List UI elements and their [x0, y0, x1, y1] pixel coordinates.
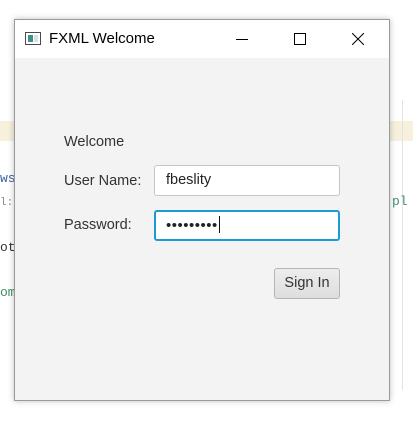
- editor-fragment: l:: [0, 197, 14, 209]
- close-icon: [352, 33, 364, 45]
- app-window-icon: [25, 32, 41, 45]
- welcome-heading: Welcome: [64, 134, 125, 150]
- editor-fragment: pl: [392, 194, 408, 209]
- minimize-icon: [236, 39, 248, 40]
- minimize-button[interactable]: [219, 20, 265, 58]
- password-label: Password:: [64, 217, 132, 233]
- title-bar[interactable]: FXML Welcome: [15, 20, 389, 58]
- fxml-welcome-window: FXML Welcome Welcome User Name: fbeslity…: [14, 19, 390, 401]
- window-title: FXML Welcome: [49, 30, 155, 47]
- username-label: User Name:: [64, 173, 142, 189]
- maximize-button[interactable]: [277, 20, 323, 58]
- username-field[interactable]: fbeslity: [154, 165, 340, 196]
- close-button[interactable]: [335, 20, 381, 58]
- text-caret: [218, 216, 220, 233]
- editor-scrollbar-track: [402, 100, 403, 390]
- password-field[interactable]: •••••••••: [154, 210, 340, 241]
- sign-in-button[interactable]: Sign In: [274, 268, 340, 299]
- username-value: fbeslity: [166, 172, 212, 188]
- password-value: •••••••••: [166, 217, 218, 234]
- maximize-icon: [294, 33, 306, 45]
